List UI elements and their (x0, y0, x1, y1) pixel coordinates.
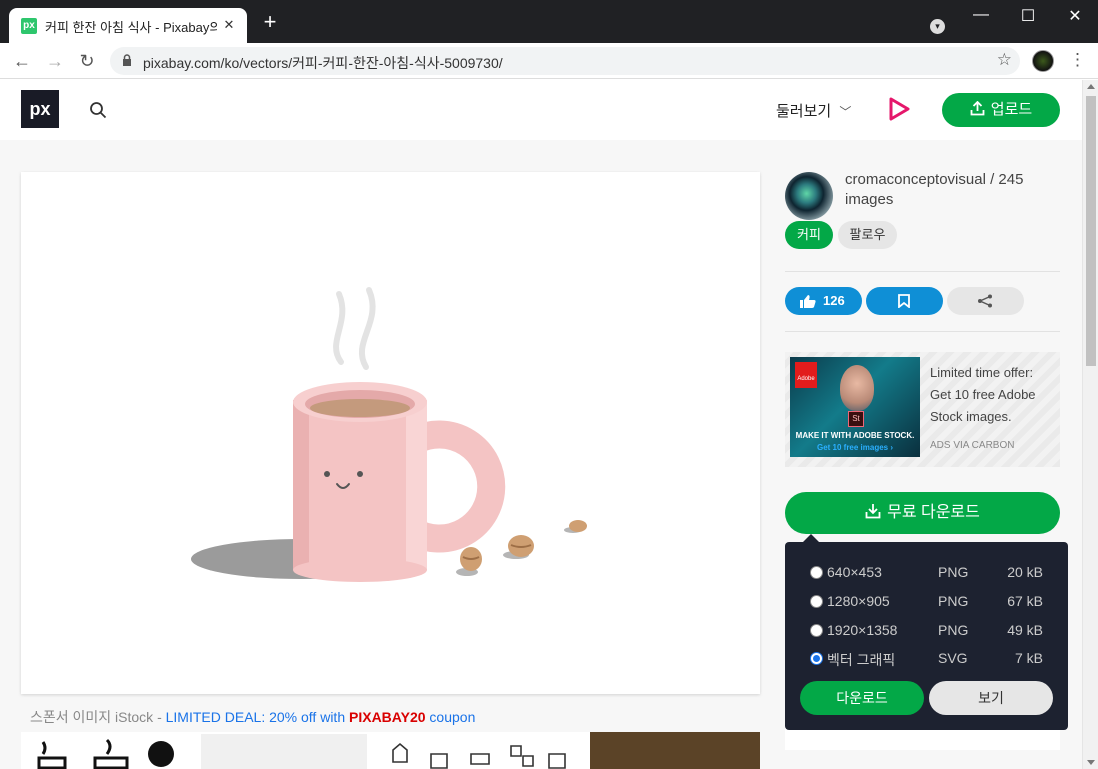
download-dropdown: 640×453 PNG 20 kB 1280×905 PNG 67 kB 192… (785, 542, 1068, 730)
like-button[interactable]: 126 (785, 287, 862, 315)
new-tab-icon[interactable]: + (258, 11, 282, 33)
bookmark-icon (898, 294, 910, 308)
upload-label: 업로드 (990, 101, 1033, 118)
minimize-icon[interactable]: — (958, 6, 1004, 24)
radio-button[interactable] (810, 624, 823, 637)
bookmark-button[interactable] (866, 287, 943, 315)
divider (785, 331, 1060, 332)
explore-menu[interactable]: 둘러보기 ﹀ (776, 100, 851, 121)
ad-image-cta: Get 10 free images › (816, 443, 894, 452)
sponsor-suffix[interactable]: coupon (426, 709, 475, 725)
pixabay-logo[interactable]: px (21, 90, 59, 128)
sponsor-coupon-code[interactable]: PIXABAY20 (349, 709, 426, 725)
upload-button[interactable]: 업로드 (942, 93, 1060, 127)
coffee-mug-illustration (191, 287, 587, 582)
author-name[interactable]: cromaconceptovisual / 245 images (845, 170, 1055, 210)
option-label: 1920×1358 (827, 622, 898, 638)
option-label: 640×453 (827, 564, 882, 580)
option-label: 1280×905 (827, 593, 890, 609)
adobe-logo: Adobe (795, 362, 817, 388)
share-button[interactable] (947, 287, 1024, 315)
author-avatar[interactable] (785, 172, 833, 220)
url-text: pixabay.com/ko/vectors/커피-커피-한잔-아침-식사-50… (143, 55, 503, 71)
adobe-stock-icon: St (848, 411, 864, 427)
follow-button[interactable]: 팔로우 (838, 221, 897, 249)
maximize-icon[interactable]: ☐ (1005, 6, 1051, 26)
coffee-button[interactable]: 커피 (785, 221, 833, 249)
tab-search-icon[interactable]: ▾ (930, 19, 945, 34)
reload-icon[interactable]: ↻ (77, 51, 97, 71)
search-icon[interactable] (89, 101, 107, 119)
sponsored-image-strip[interactable] (21, 732, 760, 769)
option-label: 벡터 그래픽 (827, 652, 896, 668)
sponsor-line: 스폰서 이미지 iStock - LIMITED DEAL: 20% off w… (30, 707, 475, 727)
size-option-1920[interactable]: 1920×1358 PNG 49 kB (785, 620, 1068, 644)
size-option-640[interactable]: 640×453 PNG 20 kB (785, 562, 1068, 586)
ad-via[interactable]: ADS VIA CARBON (930, 440, 1014, 451)
browser-toolbar: ← → ↻ pixabay.com/ko/vectors/커피-커피-한잔-아침… (0, 43, 1098, 79)
page: px 둘러보기 ﹀ 업로드 스폰서 이미지 iStock - LIMITED D… (0, 80, 1082, 769)
download-button[interactable]: 다운로드 (800, 681, 924, 715)
size-option-vector[interactable]: 벡터 그래픽 SVG 7 kB (785, 648, 1068, 672)
sponsor-deal-link[interactable]: LIMITED DEAL: 20% off with (166, 709, 349, 725)
menu-icon[interactable]: ⋮ (1069, 50, 1086, 70)
site-header: px 둘러보기 ﹀ 업로드 (0, 80, 1082, 140)
page-scrollbar[interactable] (1082, 80, 1098, 769)
address-bar[interactable]: pixabay.com/ko/vectors/커피-커피-한잔-아침-식사-50… (110, 47, 1020, 75)
free-download-label: 무료 다운로드 (887, 504, 980, 521)
scroll-up-arrow-icon[interactable] (1087, 84, 1095, 89)
lock-icon (123, 54, 131, 66)
ad-image[interactable]: Adobe St MAKE IT WITH ADOBE STOCK. Get 1… (790, 357, 920, 457)
option-format: PNG (938, 564, 969, 580)
option-format: PNG (938, 593, 969, 609)
ad-text[interactable]: Limited time offer: Get 10 free Adobe St… (930, 362, 1055, 428)
radio-button-selected[interactable] (810, 652, 823, 665)
chevron-down-icon: ﹀ (839, 105, 852, 119)
size-option-1280[interactable]: 1280×905 PNG 67 kB (785, 591, 1068, 615)
upload-icon (970, 100, 985, 116)
forward-icon[interactable]: → (45, 51, 65, 71)
option-size: 49 kB (1007, 622, 1043, 638)
profile-avatar[interactable] (1032, 50, 1054, 72)
back-icon[interactable]: ← (12, 51, 32, 71)
like-count: 126 (823, 293, 845, 308)
scroll-thumb[interactable] (1086, 96, 1096, 366)
radio-button[interactable] (810, 566, 823, 579)
play-icon[interactable] (886, 96, 912, 124)
option-size: 20 kB (1007, 564, 1043, 580)
tab-title: 커피 한잔 아침 식사 - Pixabay의 (45, 20, 217, 35)
browser-tab-strip: px 커피 한잔 아침 식사 - Pixabay의 ✕ + ▾ — ☐ ✕ (0, 0, 1098, 43)
divider (785, 271, 1060, 272)
ad-image-headline: MAKE IT WITH ADOBE STOCK. (795, 431, 915, 440)
close-window-icon[interactable]: ✕ (1052, 6, 1098, 26)
radio-button[interactable] (810, 595, 823, 608)
download-icon (865, 504, 881, 519)
option-size: 67 kB (1007, 593, 1043, 609)
scroll-down-arrow-icon[interactable] (1087, 760, 1095, 765)
explore-label: 둘러보기 (776, 103, 832, 120)
view-button[interactable]: 보기 (929, 681, 1053, 715)
option-size: 7 kB (1014, 650, 1043, 666)
browser-tab[interactable]: px 커피 한잔 아침 식사 - Pixabay의 ✕ (9, 8, 247, 43)
thumbs-up-icon (800, 295, 816, 308)
close-tab-icon[interactable]: ✕ (221, 17, 237, 33)
free-download-button[interactable]: 무료 다운로드 (785, 492, 1060, 534)
carbon-ad[interactable]: Adobe St MAKE IT WITH ADOBE STOCK. Get 1… (785, 352, 1060, 467)
ad-face-art (840, 365, 874, 411)
main-image[interactable] (21, 172, 760, 694)
option-format: PNG (938, 622, 969, 638)
bookmark-star-icon[interactable]: ☆ (997, 50, 1012, 70)
favicon: px (21, 18, 37, 34)
sponsor-prefix: 스폰서 이미지 iStock - (30, 709, 166, 725)
option-format: SVG (938, 650, 968, 666)
share-icon (978, 294, 992, 308)
